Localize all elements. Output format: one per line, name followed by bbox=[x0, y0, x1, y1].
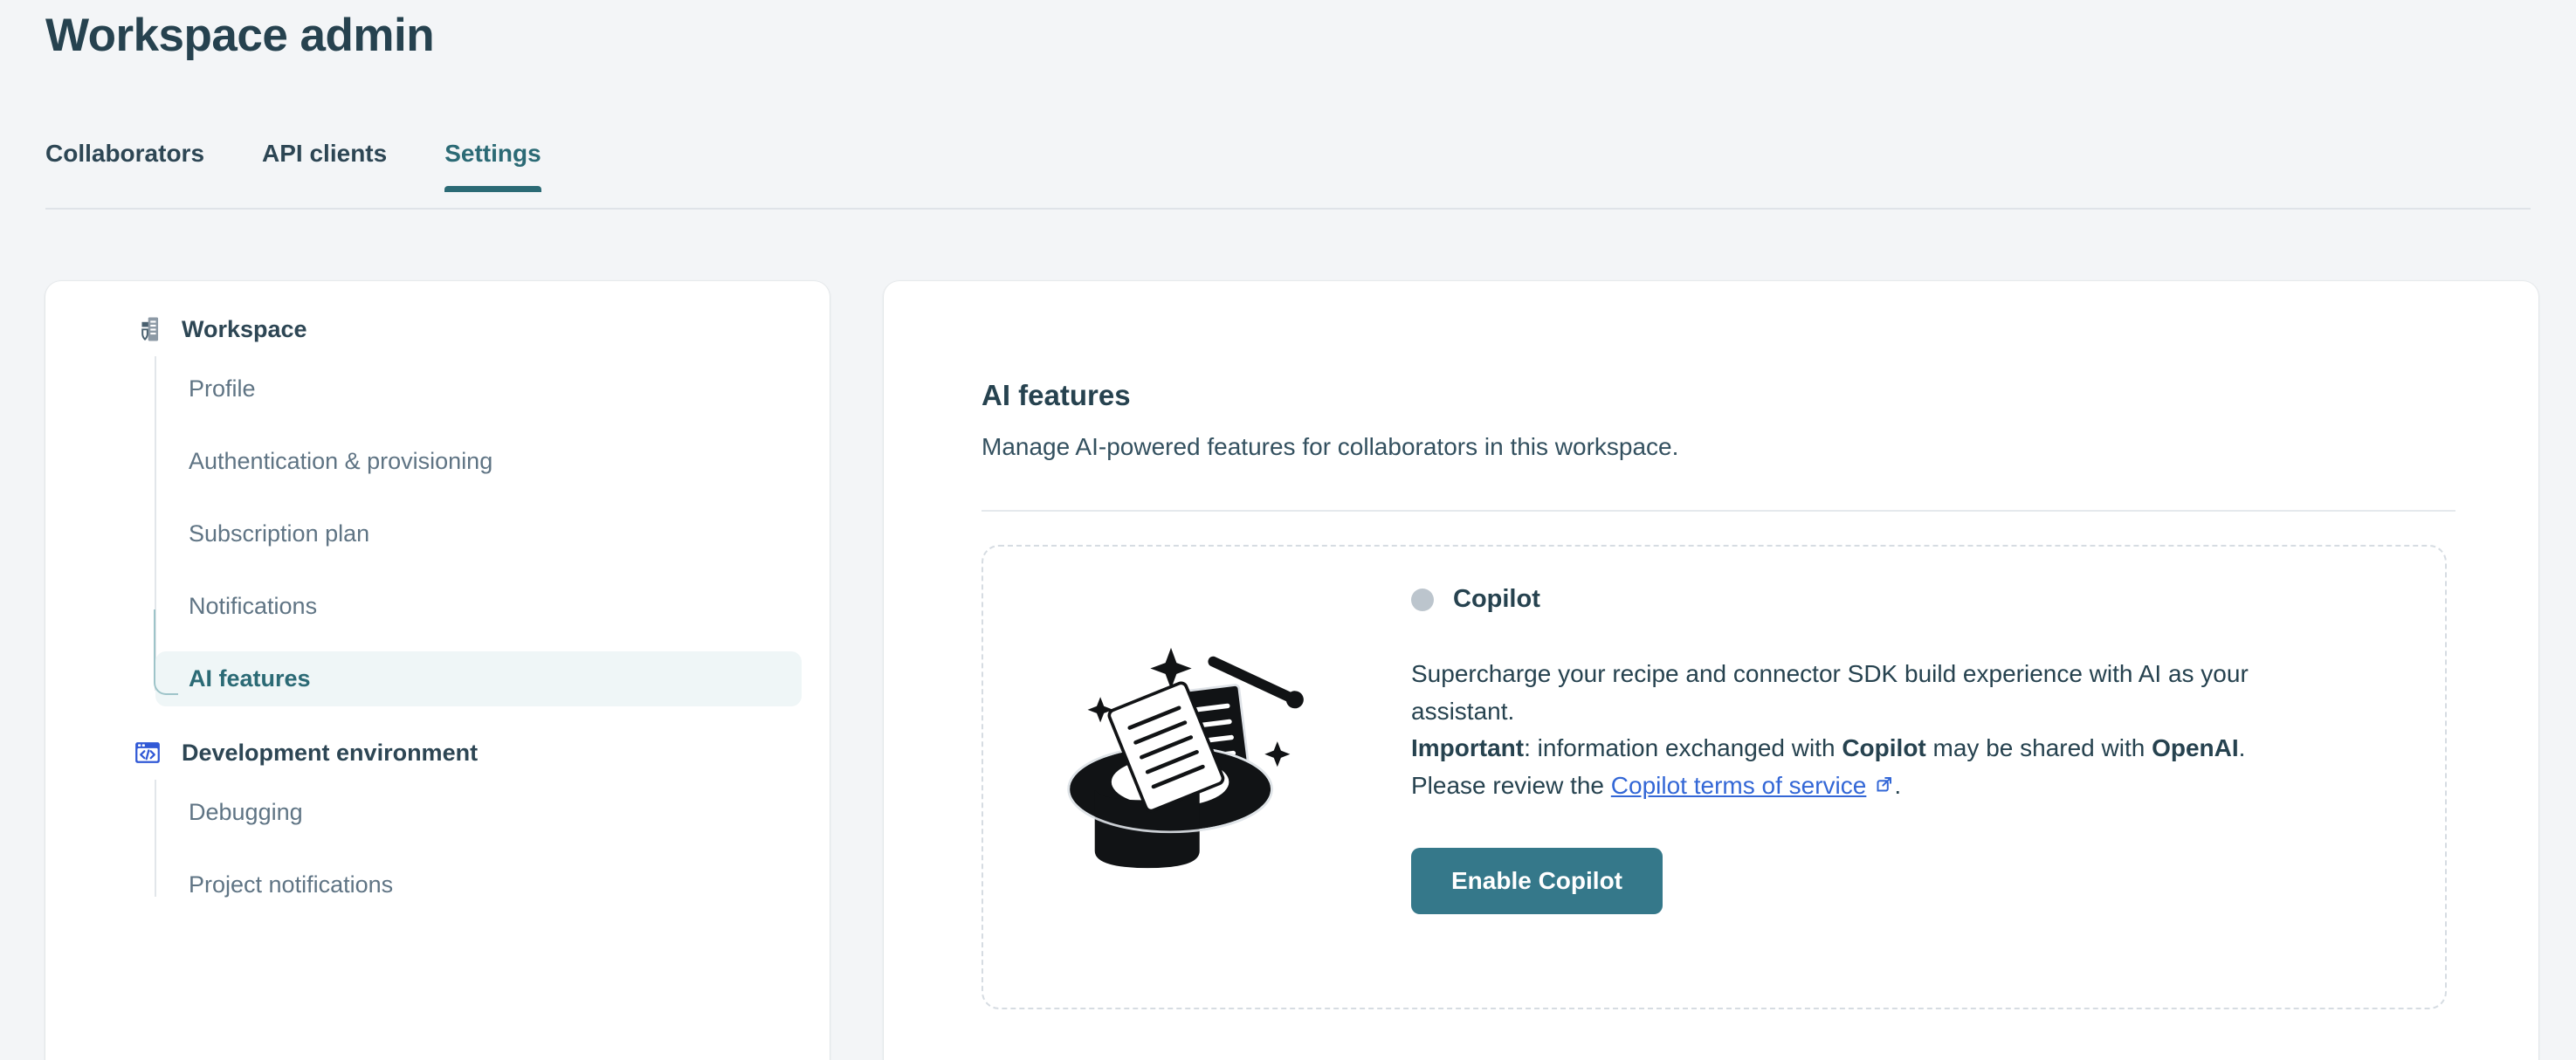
sidebar-item-subscription-plan[interactable]: Subscription plan bbox=[155, 506, 802, 561]
panel-subtitle: Manage AI-powered features for collabora… bbox=[981, 433, 1679, 460]
sidebar-group-label: Development environment bbox=[182, 739, 479, 766]
sidebar-item-profile[interactable]: Profile bbox=[155, 361, 802, 416]
tab-collaborators[interactable]: Collaborators bbox=[45, 140, 204, 190]
magic-hat-icon bbox=[1044, 608, 1333, 896]
copilot-description: Supercharge your recipe and connector SD… bbox=[1411, 656, 2311, 806]
copilot-header: Copilot bbox=[1411, 585, 2393, 614]
copilot-line2-end: . bbox=[1894, 771, 1902, 799]
copilot-line2-b: may be shared with bbox=[1925, 734, 2152, 762]
sidebar-group-label: Workspace bbox=[182, 315, 307, 342]
sidebar-item-project-notifications[interactable]: Project notifications bbox=[155, 857, 802, 912]
sidebar-item-debugging[interactable]: Debugging bbox=[155, 785, 802, 840]
tab-settings[interactable]: Settings bbox=[444, 140, 542, 192]
panel-inner: AI features Manage AI-powered features f… bbox=[884, 281, 2538, 1010]
sidebar-item-authentication-provisioning[interactable]: Authentication & provisioning bbox=[155, 434, 802, 489]
sidebar-subitems-workspace: Profile Authentication & provisioning Su… bbox=[45, 356, 830, 706]
copilot-body: Copilot Supercharge your recipe and conn… bbox=[1373, 585, 2393, 915]
nav-group-workspace: Workspace Profile Authentication & provi… bbox=[45, 302, 830, 706]
copilot-line2-a: : information exchanged with bbox=[1524, 734, 1842, 762]
important-label: Important bbox=[1411, 734, 1525, 762]
section-divider bbox=[981, 510, 2455, 513]
copilot-bold-mention: Copilot bbox=[1842, 734, 1926, 762]
tos-link-label: Copilot terms of service bbox=[1610, 771, 1867, 799]
panel-title: AI features bbox=[981, 379, 1131, 411]
copilot-paragraph-1: Supercharge your recipe and connector SD… bbox=[1411, 660, 2249, 725]
code-window-icon bbox=[133, 738, 162, 767]
tab-bar: Collaborators API clients Settings bbox=[45, 140, 2531, 210]
sidebar-item-ai-features[interactable]: AI features bbox=[154, 609, 802, 706]
external-link-icon bbox=[1873, 769, 1894, 807]
copilot-title: Copilot bbox=[1453, 585, 1540, 614]
sidebar-group-workspace[interactable]: Workspace bbox=[45, 302, 830, 356]
enable-copilot-button[interactable]: Enable Copilot bbox=[1411, 848, 1663, 915]
sidebar-subitems-development: Debugging Project notifications bbox=[45, 780, 830, 912]
building-shield-icon bbox=[133, 314, 162, 344]
openai-bold-mention: OpenAI bbox=[2152, 734, 2239, 762]
copilot-terms-of-service-link[interactable]: Copilot terms of service bbox=[1611, 772, 1895, 799]
tab-api-clients[interactable]: API clients bbox=[262, 140, 387, 190]
ai-features-panel: AI features Manage AI-powered features f… bbox=[884, 281, 2538, 1060]
page-title: Workspace admin bbox=[45, 10, 435, 61]
settings-sidebar: Workspace Profile Authentication & provi… bbox=[45, 281, 830, 1060]
workspace-admin-page: Workspace admin Collaborators API client… bbox=[0, 0, 2576, 1060]
nav-group-development-environment: Development environment Debugging Projec… bbox=[45, 726, 830, 912]
sidebar-item-notifications[interactable]: Notifications bbox=[155, 579, 802, 634]
sidebar-group-development-environment[interactable]: Development environment bbox=[45, 726, 830, 780]
sidebar-group-spacer bbox=[45, 706, 830, 726]
copilot-feature-card: Copilot Supercharge your recipe and conn… bbox=[981, 545, 2447, 1010]
status-dot-icon bbox=[1411, 588, 1434, 611]
